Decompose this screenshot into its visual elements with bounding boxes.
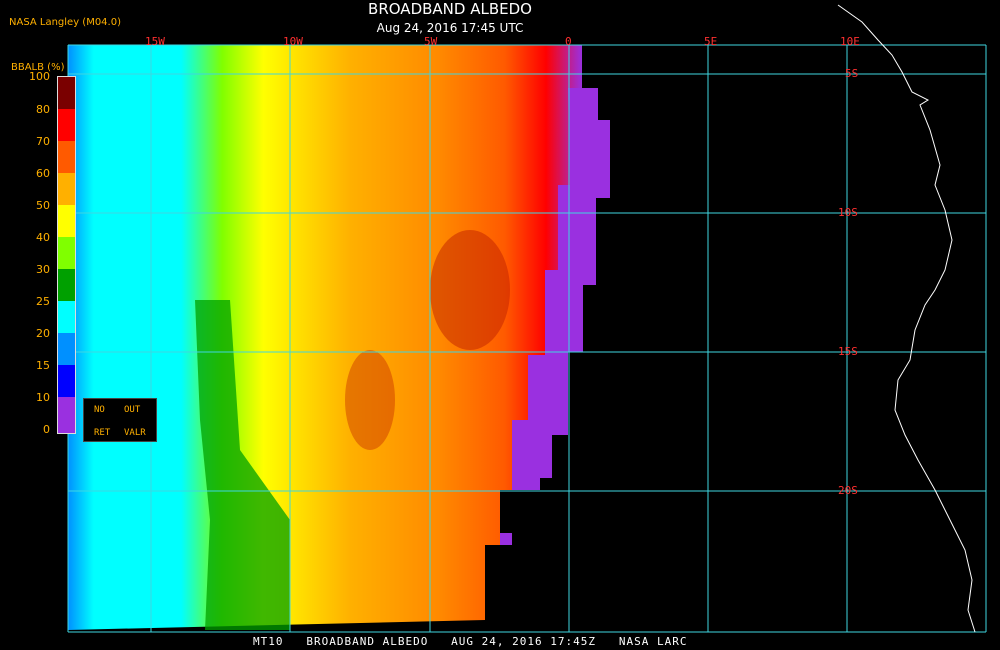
legend-tick: 0 (43, 423, 50, 436)
high-albedo-region (345, 350, 395, 450)
legend-tick: 70 (36, 135, 50, 148)
flag-no: NO (94, 405, 105, 415)
lon-label: 0 (565, 35, 572, 48)
legend-swatch-40 (58, 237, 75, 269)
legend-swatch-50 (58, 205, 75, 237)
legend-swatch-25 (58, 301, 75, 333)
flag-valr: VALR (124, 428, 146, 438)
lon-label: 15W (145, 35, 165, 48)
lon-label: 10W (283, 35, 303, 48)
legend-colorbar (57, 76, 76, 434)
lat-label: 5S (845, 67, 859, 80)
lon-label: 10E (840, 35, 860, 48)
lon-label: 5W (424, 35, 438, 48)
legend-swatch-30 (58, 269, 75, 301)
legend-swatch-60 (58, 173, 75, 205)
high-albedo-region (430, 230, 510, 350)
lat-label: 20S (838, 484, 858, 497)
legend-tick: 100 (29, 70, 50, 83)
legend-tick: 15 (36, 359, 50, 372)
edge-patch (500, 533, 512, 545)
albedo-map (67, 4, 987, 633)
flag-ret: RET (94, 428, 111, 438)
footer-caption: MT10 BROADBAND ALBEDO AUG 24, 2016 17:45… (253, 635, 688, 648)
lon-label: 5E (704, 35, 718, 48)
legend-tick: 80 (36, 103, 50, 116)
legend-swatch-15 (58, 365, 75, 397)
legend-swatch-100 (58, 77, 75, 109)
legend-swatch-20 (58, 333, 75, 365)
legend-tick: 30 (36, 263, 50, 276)
legend-tick: 25 (36, 295, 50, 308)
flag-legend: NO OUT RET VALR (83, 398, 157, 442)
legend-swatch-80 (58, 109, 75, 141)
coastline (837, 4, 976, 633)
legend-swatch-10 (58, 397, 75, 433)
flag-out: OUT (124, 405, 141, 415)
legend-tick: 10 (36, 391, 50, 404)
legend-tick: 50 (36, 199, 50, 212)
lat-label: 15S (838, 345, 858, 358)
legend-tick: 40 (36, 231, 50, 244)
legend-tick: 60 (36, 167, 50, 180)
legend-tick: 20 (36, 327, 50, 340)
legend-swatch-70 (58, 141, 75, 173)
lat-label: 10S (838, 206, 858, 219)
